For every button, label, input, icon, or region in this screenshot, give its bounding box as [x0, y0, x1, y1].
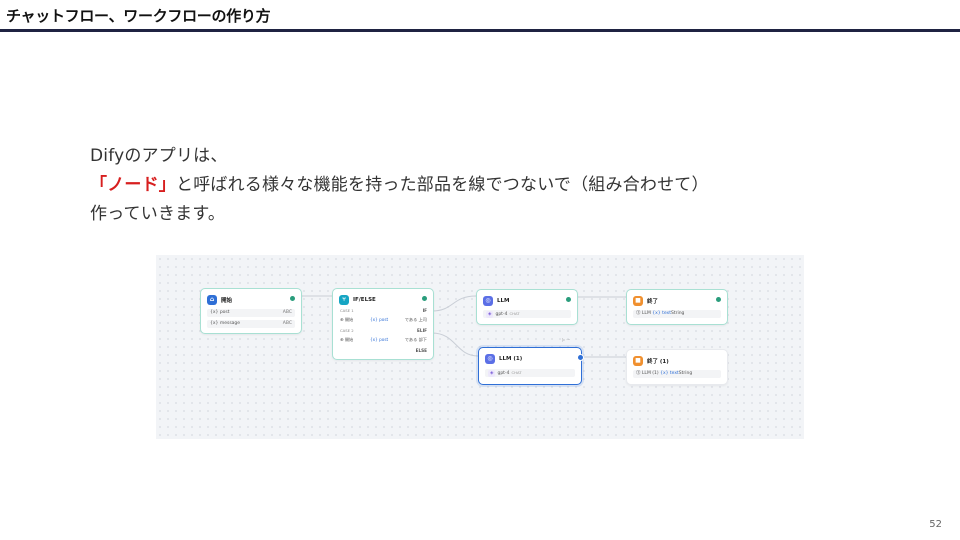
case-2-condition[interactable]: ⊕ 開始 {x} post である 部下	[340, 336, 427, 343]
start-var-post[interactable]: {x} post ABC	[207, 309, 295, 317]
end-1-node-title: 終了 (1)	[647, 358, 669, 365]
intro-line-3: 作っていきます。	[90, 204, 226, 224]
success-status-icon	[566, 297, 571, 302]
brain-icon: ◎	[485, 353, 495, 364]
llm-1-node-header: ◎ LLM (1)	[485, 353, 522, 364]
case-2-label: CASE 2	[340, 328, 354, 333]
home-icon: ⌂	[207, 294, 217, 305]
slide-header: チャットフロー、ワークフローの作り方	[0, 0, 960, 32]
llm-1-node[interactable]: ◎ LLM (1) ◈ gpt-4 CHAT	[478, 347, 582, 385]
model-icon: ◈	[486, 311, 494, 318]
end-node[interactable]: ■ 終了 ⓵ LLM {x} textString	[626, 289, 728, 325]
header-divider	[0, 29, 960, 32]
brain-icon: ◎	[483, 295, 493, 306]
llm-node-header: ◎ LLM	[483, 295, 509, 306]
intro-line-1: Difyのアプリは、	[90, 146, 228, 166]
success-status-icon	[422, 296, 427, 301]
if-branch-label: IF	[422, 308, 427, 313]
edge-if-to-llm	[431, 295, 477, 312]
success-status-icon	[716, 297, 721, 302]
ifelse-node[interactable]: ⑂ IF/ELSE CASE 1 IF ⊕ 開始 {x} post である 上司…	[332, 288, 434, 360]
branch-icon: ⑂	[339, 294, 349, 305]
else-branch-label: ELSE	[415, 348, 427, 353]
node-toolbar[interactable]: ▷ ···	[562, 337, 570, 342]
llm-model-row[interactable]: ◈ gpt-4 CHAT	[483, 310, 571, 318]
intro-line-2: 「ノード」と呼ばれる様々な機能を持った部品を線でつないで（組み合わせて）	[90, 171, 709, 200]
llm-1-model-row[interactable]: ◈ gpt-4 CHAT	[485, 369, 575, 377]
intro-text: Difyのアプリは、 「ノード」と呼ばれる様々な機能を持った部品を線でつないで（…	[90, 142, 709, 229]
stop-icon: ■	[633, 355, 643, 366]
case-1-label: CASE 1	[340, 308, 354, 313]
end-1-node-header: ■ 終了 (1)	[633, 355, 669, 366]
node-keyword-highlight: 「ノード」	[90, 175, 176, 195]
end-node-header: ■ 終了	[633, 295, 658, 306]
stop-icon: ■	[633, 295, 643, 306]
page-number: 52	[929, 519, 942, 530]
case-1-condition[interactable]: ⊕ 開始 {x} post である 上司	[340, 316, 427, 323]
llm-node-title: LLM	[497, 297, 510, 304]
model-icon: ◈	[488, 370, 496, 377]
start-node[interactable]: ⌂ 開始 {x} post ABC {x} message ABC	[200, 288, 302, 334]
elif-branch-label: ELIF	[417, 328, 427, 333]
end-output-row[interactable]: ⓵ LLM {x} textString	[633, 310, 721, 318]
add-node-handle[interactable]	[577, 354, 584, 361]
start-var-message[interactable]: {x} message ABC	[207, 320, 295, 328]
start-node-header: ⌂ 開始	[207, 294, 232, 305]
slide-title: チャットフロー、ワークフローの作り方	[6, 7, 271, 25]
end-1-output-row[interactable]: ⓵ LLM (1) {x} textString	[633, 370, 721, 378]
edge-elif-to-llm2	[431, 332, 479, 357]
ifelse-node-header: ⑂ IF/ELSE	[339, 294, 376, 305]
llm-node[interactable]: ◎ LLM ◈ gpt-4 CHAT	[476, 289, 578, 325]
workflow-canvas[interactable]: ⌂ 開始 {x} post ABC {x} message ABC ⑂ IF/E…	[156, 255, 804, 439]
llm-1-node-title: LLM (1)	[499, 355, 523, 362]
ifelse-node-title: IF/ELSE	[353, 296, 376, 303]
end-node-title: 終了	[647, 298, 659, 305]
success-status-icon	[290, 296, 295, 301]
start-node-title: 開始	[221, 297, 233, 304]
end-1-node[interactable]: ■ 終了 (1) ⓵ LLM (1) {x} textString	[626, 349, 728, 385]
intro-line-2-rest: と呼ばれる様々な機能を持った部品を線でつないで（組み合わせて）	[176, 175, 709, 195]
